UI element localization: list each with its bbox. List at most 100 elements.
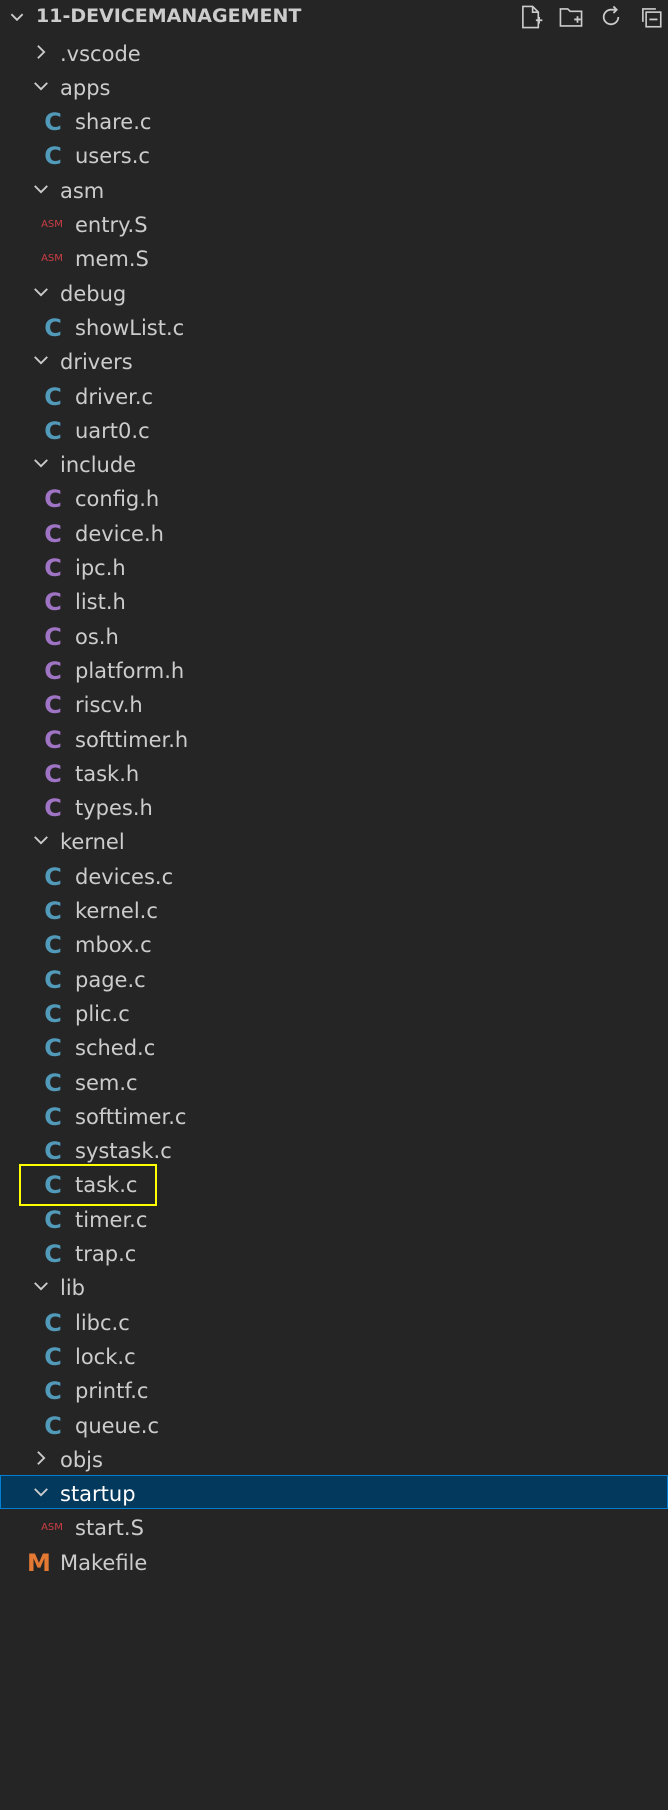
file-item-mem-s[interactable]: ASM mem.S bbox=[0, 240, 668, 274]
file-item-share-c[interactable]: Cshare.c bbox=[0, 103, 668, 137]
file-item-uart0-c[interactable]: Cuart0.c bbox=[0, 412, 668, 446]
folder-item-objs[interactable]: objs bbox=[0, 1441, 668, 1475]
file-item-plic-c[interactable]: Cplic.c bbox=[0, 995, 668, 1029]
file-item-ipc-h[interactable]: Cipc.h bbox=[0, 549, 668, 583]
folder-item-include[interactable]: include bbox=[0, 446, 668, 480]
folder-item-asm[interactable]: asm bbox=[0, 172, 668, 206]
tree-item-label: trap.c bbox=[75, 1242, 137, 1266]
explorer-header[interactable]: 11-DEVICEMANAGEMENT bbox=[0, 0, 668, 34]
file-item-mbox-c[interactable]: Cmbox.c bbox=[0, 926, 668, 960]
tree-item-label: startup bbox=[60, 1482, 136, 1507]
file-item-platform-h[interactable]: Cplatform.h bbox=[0, 652, 668, 686]
file-item-config-h[interactable]: Cconfig.h bbox=[0, 480, 668, 514]
c-file-icon: C bbox=[44, 1137, 62, 1166]
workspace-title: 11-DEVICEMANAGEMENT bbox=[36, 5, 302, 27]
tree-item-label: sem.c bbox=[75, 1070, 138, 1095]
folder-item-drivers[interactable]: drivers bbox=[0, 343, 668, 377]
tree-item-label: devices.c bbox=[75, 864, 174, 889]
header-file-icon: C bbox=[44, 725, 62, 754]
tree-item-label: debug bbox=[60, 281, 127, 306]
refresh-icon[interactable] bbox=[596, 2, 626, 32]
asm-file-icon: ASM bbox=[41, 253, 63, 265]
tree-item-label: .vscode bbox=[60, 41, 141, 66]
file-item-os-h[interactable]: Cos.h bbox=[0, 618, 668, 652]
c-file-icon: C bbox=[44, 416, 62, 445]
c-file-icon: C bbox=[44, 862, 62, 891]
new-file-icon[interactable] bbox=[516, 2, 546, 32]
file-item-types-h[interactable]: Ctypes.h bbox=[0, 789, 668, 823]
chevron-down-icon[interactable] bbox=[31, 453, 51, 473]
c-file-icon: C bbox=[44, 1102, 62, 1131]
file-item-kernel-c[interactable]: Ckernel.c bbox=[0, 892, 668, 926]
header-file-icon: C bbox=[44, 622, 62, 651]
file-item-systask-c[interactable]: Csystask.c bbox=[0, 1132, 668, 1166]
tree-item-label: task.h bbox=[75, 761, 140, 786]
folder-item-vscode[interactable]: .vscode bbox=[0, 35, 668, 69]
collapse-all-icon[interactable] bbox=[636, 2, 666, 32]
file-item-users-c[interactable]: Cusers.c bbox=[0, 137, 668, 171]
tree-item-label: softtimer.c bbox=[75, 1104, 187, 1129]
tree-item-label: kernel.c bbox=[75, 899, 158, 923]
folder-item-lib[interactable]: lib bbox=[0, 1269, 668, 1303]
tree-item-label: printf.c bbox=[75, 1379, 149, 1404]
file-item-devices-c[interactable]: Cdevices.c bbox=[0, 858, 668, 892]
chevron-right-icon[interactable] bbox=[31, 1448, 51, 1468]
tree-item-label: softtimer.h bbox=[75, 727, 189, 752]
chevron-down-icon[interactable] bbox=[31, 350, 51, 370]
c-file-icon: C bbox=[44, 1411, 62, 1440]
tree-item-label: plic.c bbox=[75, 1001, 130, 1026]
file-item-sched-c[interactable]: Csched.c bbox=[0, 1029, 668, 1063]
tree-item-label: asm bbox=[60, 178, 105, 203]
tree-item-label: include bbox=[60, 453, 137, 478]
folder-item-apps[interactable]: apps bbox=[0, 69, 668, 103]
file-item-timer-c[interactable]: Ctimer.c bbox=[0, 1201, 668, 1235]
c-file-icon: C bbox=[44, 931, 62, 960]
c-file-icon: C bbox=[44, 1377, 62, 1406]
file-item-list-h[interactable]: Clist.h bbox=[0, 583, 668, 617]
file-item-riscv-h[interactable]: Criscv.h bbox=[0, 686, 668, 720]
chevron-down-icon[interactable] bbox=[31, 282, 51, 302]
file-item-entry-s[interactable]: ASM entry.S bbox=[0, 206, 668, 240]
chevron-down-icon[interactable] bbox=[31, 1276, 51, 1296]
explorer-actions bbox=[516, 2, 666, 32]
tree-item-label: Makefile bbox=[60, 1550, 148, 1575]
tree-item-label: mem.S bbox=[75, 247, 149, 272]
file-item-showlist-c[interactable]: CshowList.c bbox=[0, 309, 668, 343]
new-folder-icon[interactable] bbox=[556, 2, 586, 32]
file-item-device-h[interactable]: Cdevice.h bbox=[0, 515, 668, 549]
asm-file-icon: ASM bbox=[41, 219, 63, 230]
header-file-icon: C bbox=[44, 691, 62, 720]
folder-item-debug[interactable]: debug bbox=[0, 275, 668, 309]
chevron-down-icon[interactable] bbox=[31, 76, 51, 96]
folder-item-startup[interactable]: startup bbox=[0, 1475, 668, 1510]
tree-item-label: drivers bbox=[60, 350, 133, 375]
header-file-icon: C bbox=[44, 588, 62, 617]
file-item-makefile[interactable]: M Makefile bbox=[0, 1544, 668, 1578]
chevron-down-icon[interactable] bbox=[8, 8, 26, 26]
tree-item-label: list.h bbox=[75, 590, 126, 615]
chevron-down-icon[interactable] bbox=[31, 179, 51, 199]
tree-item-label: showList.c bbox=[75, 315, 185, 340]
file-item-softtimer-c[interactable]: Csofttimer.c bbox=[0, 1098, 668, 1132]
file-item-driver-c[interactable]: Cdriver.c bbox=[0, 378, 668, 412]
tree-item-label: share.c bbox=[75, 110, 152, 135]
c-file-icon: C bbox=[44, 965, 62, 994]
file-item-libc-c[interactable]: Clibc.c bbox=[0, 1304, 668, 1338]
tree-item-label: sched.c bbox=[75, 1036, 156, 1061]
chevron-down-icon[interactable] bbox=[31, 1482, 51, 1502]
chevron-right-icon[interactable] bbox=[31, 42, 51, 62]
chevron-down-icon[interactable] bbox=[31, 830, 51, 850]
file-item-trap-c[interactable]: Ctrap.c bbox=[0, 1235, 668, 1269]
file-item-queue-c[interactable]: Cqueue.c bbox=[0, 1407, 668, 1441]
file-item-page-c[interactable]: Cpage.c bbox=[0, 961, 668, 995]
header-file-icon: C bbox=[44, 794, 62, 823]
file-item-lock-c[interactable]: Clock.c bbox=[0, 1338, 668, 1372]
c-file-icon: C bbox=[44, 1034, 62, 1063]
file-item-softtimer-h[interactable]: Csofttimer.h bbox=[0, 721, 668, 755]
file-item-printf-c[interactable]: Cprintf.c bbox=[0, 1372, 668, 1406]
folder-item-kernel[interactable]: kernel bbox=[0, 823, 668, 857]
tree-item-label: entry.S bbox=[75, 213, 148, 237]
file-item-task-h[interactable]: Ctask.h bbox=[0, 755, 668, 789]
file-item-start-s[interactable]: ASM start.S bbox=[0, 1509, 668, 1543]
file-item-sem-c[interactable]: Csem.c bbox=[0, 1064, 668, 1098]
